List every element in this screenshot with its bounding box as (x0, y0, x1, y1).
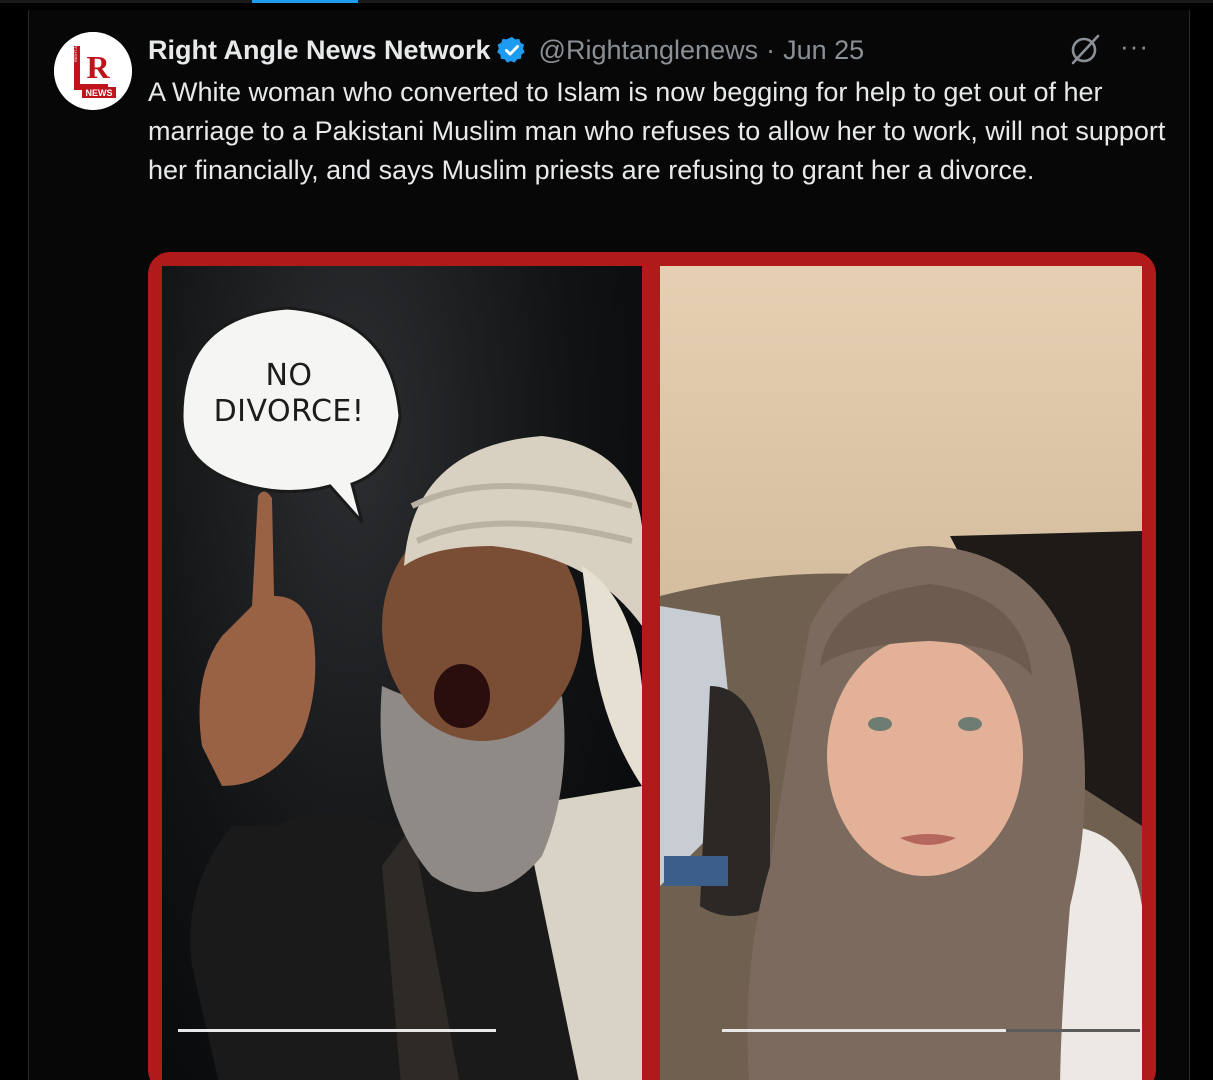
separator-dot: · (766, 34, 776, 65)
speech-bubble-text: NO DIVORCE! (196, 358, 382, 430)
logo-small-text: RIGHT ANGLE (73, 35, 78, 62)
author-handle[interactable]: @Rightanglenews (539, 35, 759, 66)
top-divider (0, 0, 1213, 3)
avatar[interactable]: R RIGHT ANGLE NEWS (54, 32, 132, 110)
speech-bubble-line: NO (265, 358, 313, 393)
post-media[interactable]: NO DIVORCE! (148, 252, 1156, 1080)
post-date[interactable]: Jun 25 (783, 35, 864, 66)
media-right-image[interactable] (660, 266, 1142, 1080)
logo-letter: R (86, 49, 110, 85)
right-angle-news-logo-icon: R RIGHT ANGLE NEWS (54, 32, 132, 110)
speech-bubble-line: DIVORCE! (213, 394, 365, 429)
progress-fill-left (178, 1029, 496, 1032)
logo-word: NEWS (86, 88, 113, 98)
verified-badge-icon (496, 36, 525, 63)
author-name[interactable]: Right Angle News Network (148, 35, 491, 66)
post-header: Right Angle News Network @Rightanglenews… (148, 30, 864, 70)
progress-fill-right (722, 1029, 1007, 1032)
post-text: A White woman who converted to Islam is … (148, 77, 1166, 185)
grok-icon[interactable] (1068, 32, 1102, 66)
speech-bubble-line: NO DIVORCE! (196, 358, 382, 430)
video-progress-right[interactable] (722, 1029, 1140, 1032)
video-progress-left[interactable] (178, 1029, 496, 1032)
more-options-icon[interactable]: ··· (1120, 33, 1156, 59)
media-left-image[interactable]: NO DIVORCE! (162, 266, 642, 1080)
photo-woman-in-car-icon (660, 531, 1142, 1080)
active-tab-indicator (252, 0, 358, 3)
